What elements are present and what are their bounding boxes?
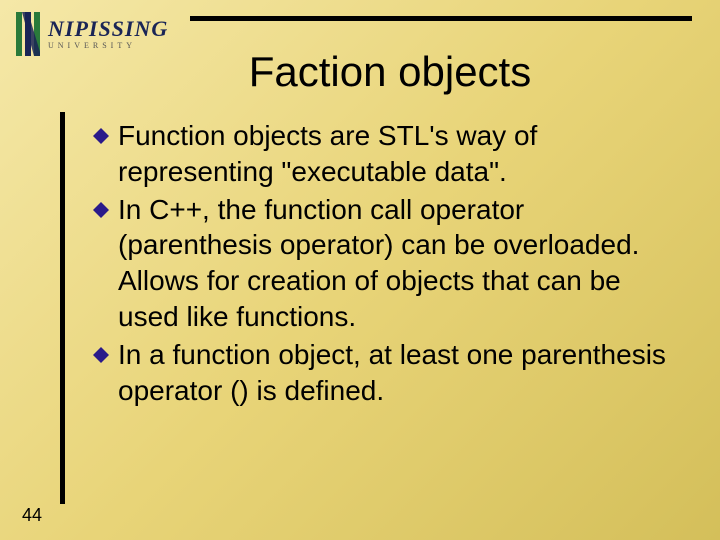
logo-name: NIPISSING <box>48 18 168 40</box>
top-divider <box>190 16 692 21</box>
diamond-bullet-icon <box>92 201 110 219</box>
slide-content: Function objects are STL's way of repres… <box>92 118 680 411</box>
diamond-bullet-icon <box>92 127 110 145</box>
list-item: In a function object, at least one paren… <box>92 337 680 409</box>
slide-title: Faction objects <box>0 48 720 96</box>
bullet-text: In C++, the function call operator (pare… <box>118 192 680 335</box>
side-divider <box>60 112 65 504</box>
list-item: Function objects are STL's way of repres… <box>92 118 680 190</box>
diamond-bullet-icon <box>92 346 110 364</box>
page-number: 44 <box>22 505 42 526</box>
logo-text: NIPISSING UNIVERSITY <box>48 18 168 50</box>
list-item: In C++, the function call operator (pare… <box>92 192 680 335</box>
bullet-text: In a function object, at least one paren… <box>118 337 680 409</box>
bullet-text: Function objects are STL's way of repres… <box>118 118 680 190</box>
